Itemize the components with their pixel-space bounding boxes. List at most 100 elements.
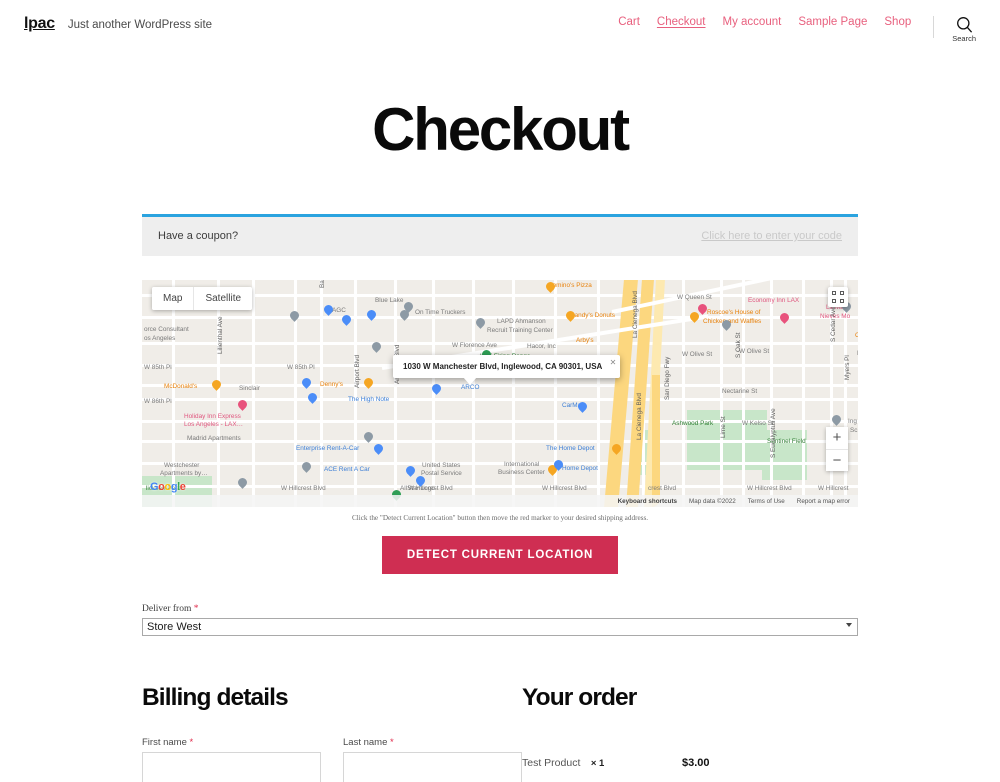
map-marker[interactable] (322, 303, 335, 317)
map-shape (142, 440, 858, 443)
coupon-toggle-link[interactable]: Click here to enter your code (701, 230, 842, 242)
report-map-error-link[interactable]: Report a map error (797, 498, 850, 505)
map-marker[interactable] (610, 442, 623, 456)
map-type-satellite-button[interactable]: Satellite (193, 287, 253, 310)
map-label: ACE Rent A Car (324, 466, 370, 473)
map-marker[interactable] (398, 308, 411, 322)
map-label: W Hillcrest Blvd (281, 485, 326, 492)
map-label: crest Blvd (648, 485, 677, 492)
map-marker[interactable] (696, 302, 709, 316)
map-label: United States (422, 462, 461, 469)
detect-location-row: DETECT CURRENT LOCATION (142, 536, 858, 574)
coupon-prompt: Have a coupon? (158, 230, 239, 242)
map-label: Business Center (498, 469, 545, 476)
map-label: S Cedar Ave (830, 306, 837, 342)
map-marker[interactable] (564, 309, 577, 323)
google-map[interactable]: orce Consultant os Angeles Lilienthal Ave B… (142, 280, 858, 507)
deliver-from-label: Deliver from * (142, 604, 858, 614)
map-label: Madrid Apartments (187, 435, 241, 442)
deliver-from-label-text: Deliver from (142, 604, 192, 614)
map-marker[interactable] (210, 378, 223, 392)
map-label: Sc (850, 427, 858, 434)
map-canvas[interactable]: orce Consultant os Angeles Lilienthal Ave B… (142, 280, 858, 507)
map-info-address: 1030 W Manchester Blvd, Inglewood, CA 90… (403, 362, 603, 371)
map-marker[interactable] (552, 458, 565, 472)
map-marker[interactable] (372, 442, 385, 456)
order-item-name-cell: Test Product × 1 (522, 742, 682, 782)
map-marker[interactable] (430, 382, 443, 396)
map-type-map-button[interactable]: Map (152, 287, 194, 310)
detect-current-location-button[interactable]: DETECT CURRENT LOCATION (381, 536, 619, 574)
map-label: W Olive St (739, 348, 770, 355)
map-shape (217, 280, 220, 507)
nav-item-cart[interactable]: Cart (618, 16, 640, 29)
map-label: Economy Inn LAX (748, 297, 800, 304)
zoom-out-button[interactable]: − (826, 449, 848, 471)
map-marker[interactable] (474, 316, 487, 330)
map-marker[interactable] (362, 376, 375, 390)
map-marker[interactable] (236, 476, 249, 490)
nav-item-checkout[interactable]: Checkout (657, 16, 706, 29)
first-name-field-group: First name * (142, 737, 321, 782)
map-label: La Cienega Blvd (636, 393, 643, 440)
map-label: San Diego Fwy (664, 356, 671, 400)
your-order-title: Your order (522, 684, 637, 711)
map-label: Holiday Inn Express (184, 413, 241, 420)
map-marker[interactable] (300, 460, 313, 474)
map-label: W Kelso St (742, 420, 774, 427)
map-label: W Hillcrest (818, 485, 849, 492)
nav-item-my-account[interactable]: My account (723, 16, 782, 29)
search-icon (956, 16, 973, 33)
map-label: Ashwood Park (672, 420, 714, 427)
map-marker[interactable] (236, 398, 249, 412)
first-name-input[interactable] (142, 752, 321, 782)
zoom-in-button[interactable]: + (826, 427, 848, 449)
header-right: Cart Checkout My account Sample Page Sho… (618, 16, 976, 43)
map-label: W Hillcrest Blvd (408, 485, 453, 492)
map-label: Airport Blvd (354, 354, 361, 388)
map-marker[interactable] (576, 400, 589, 414)
terms-of-use-link[interactable]: Terms of Use (748, 498, 785, 505)
map-marker[interactable] (414, 474, 427, 488)
map-shape (142, 342, 858, 345)
map-marker[interactable] (365, 308, 378, 322)
deliver-from-block: Deliver from * Store West (142, 604, 858, 636)
site-logo[interactable]: lpac (24, 16, 55, 32)
map-marker[interactable] (362, 430, 375, 444)
map-marker[interactable] (830, 413, 843, 427)
map-marker[interactable] (404, 464, 417, 478)
order-item-price: $3.00 (682, 757, 710, 769)
map-label: W 86th Pl (144, 398, 172, 405)
fullscreen-icon[interactable] (828, 287, 848, 307)
close-icon[interactable]: ✕ (610, 358, 617, 367)
last-name-input[interactable] (343, 752, 522, 782)
site-tagline: Just another WordPress site (67, 19, 213, 31)
deliver-from-select[interactable]: Store West (142, 618, 858, 636)
map-label: Blue Lake (375, 297, 404, 304)
nav-item-shop[interactable]: Shop (884, 16, 911, 29)
checkout-container: Have a coupon? Click here to enter your … (142, 161, 858, 782)
map-marker[interactable] (288, 309, 301, 323)
map-label: Lilienthal Ave (217, 316, 224, 354)
nav-item-sample-page[interactable]: Sample Page (798, 16, 867, 29)
map-shape (320, 280, 323, 507)
map-marker[interactable] (300, 376, 313, 390)
map-shape (682, 280, 685, 507)
map-marker[interactable] (544, 280, 557, 294)
billing-column: Billing details First name * Last name * (142, 684, 522, 782)
map-label: W Hillcrest Blvd (747, 485, 792, 492)
search-toggle-button[interactable]: Search (952, 16, 976, 43)
map-label: Westchester (164, 462, 200, 469)
map-marker[interactable] (340, 313, 353, 327)
map-data-text: Map data ©2022 (689, 497, 736, 505)
map-label: Myers Pl (844, 355, 851, 380)
deliver-from-select-wrap: Store West (142, 617, 858, 636)
map-marker[interactable] (306, 391, 319, 405)
map-label: International (504, 461, 540, 468)
keyboard-shortcuts-link[interactable]: Keyboard shortcuts (618, 498, 677, 505)
map-marker[interactable] (778, 311, 791, 325)
map-marker[interactable] (370, 340, 383, 354)
map-marker[interactable] (720, 318, 733, 332)
order-item-qty: × 1 (590, 758, 605, 769)
map-label: The High Note (348, 396, 390, 403)
